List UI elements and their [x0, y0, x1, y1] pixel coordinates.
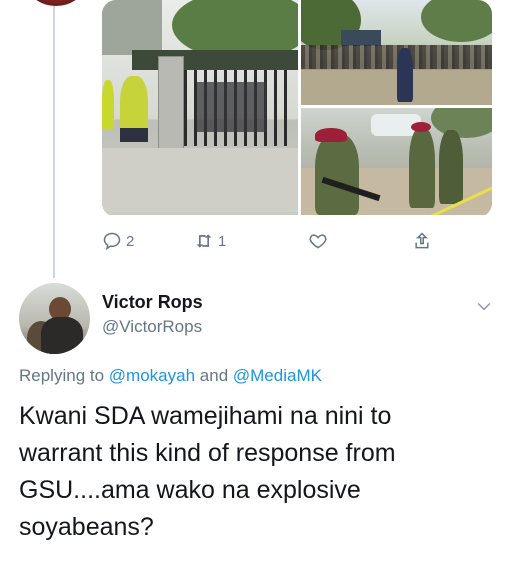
replying-to: Replying to @mokayah and @MediaMK [19, 366, 322, 386]
author-handle[interactable]: @VictorRops [102, 317, 202, 337]
fence-top [132, 50, 298, 70]
reply-button[interactable]: 2 [102, 229, 134, 253]
tweet-text-line: GSU....ama wako na explosive [19, 476, 361, 504]
avatar-person-suit [41, 317, 83, 354]
officer-back-1 [409, 128, 435, 208]
share-icon [415, 232, 429, 249]
thread-line [53, 0, 55, 278]
red-beret-2 [411, 122, 431, 132]
media-photo-crowd[interactable] [301, 0, 492, 105]
retweet-count: 1 [218, 232, 227, 250]
gate-pillar [158, 56, 184, 150]
guard-left [102, 80, 114, 130]
share-button[interactable] [412, 229, 432, 253]
chevron-down-icon[interactable] [473, 296, 495, 316]
replying-prefix: Replying to [19, 366, 105, 385]
retweet-button[interactable]: 1 [194, 229, 226, 253]
red-beret [315, 128, 347, 142]
mention-link-1[interactable]: @mokayah [109, 366, 195, 385]
guard-legs [120, 128, 148, 142]
tweet-actions: 2 1 [102, 229, 442, 253]
tweet-text-line: soyabeans? [19, 513, 154, 541]
pavement [102, 148, 298, 212]
media-photo-police[interactable] [301, 108, 492, 215]
media-grid [102, 0, 492, 217]
media-photo-gate[interactable] [102, 0, 298, 215]
man-walking [397, 48, 413, 102]
replying-joiner: and [199, 366, 229, 385]
like-icon [309, 234, 327, 249]
previous-author-avatar[interactable] [30, 0, 82, 6]
tree [431, 108, 492, 138]
like-button[interactable] [308, 229, 332, 253]
author-avatar[interactable] [19, 283, 90, 354]
mention-link-2[interactable]: @MediaMK [233, 366, 322, 385]
tweet-text: Kwani SDA wamejihami na nini to warrant … [19, 398, 489, 546]
tweet-text-line: warrant this kind of response from [19, 439, 396, 467]
tweet-text-line: Kwani SDA wamejihami na nini to [19, 402, 392, 430]
officer-back-2 [439, 130, 463, 204]
retweet-icon [196, 234, 212, 248]
reply-icon [103, 232, 121, 251]
crowd-behind-gate [197, 82, 267, 132]
vehicle [341, 30, 381, 46]
building [102, 0, 162, 55]
author-name[interactable]: Victor Rops [102, 292, 203, 313]
reply-count: 2 [126, 232, 135, 250]
tree-right [421, 0, 492, 42]
officer-front [315, 134, 359, 215]
